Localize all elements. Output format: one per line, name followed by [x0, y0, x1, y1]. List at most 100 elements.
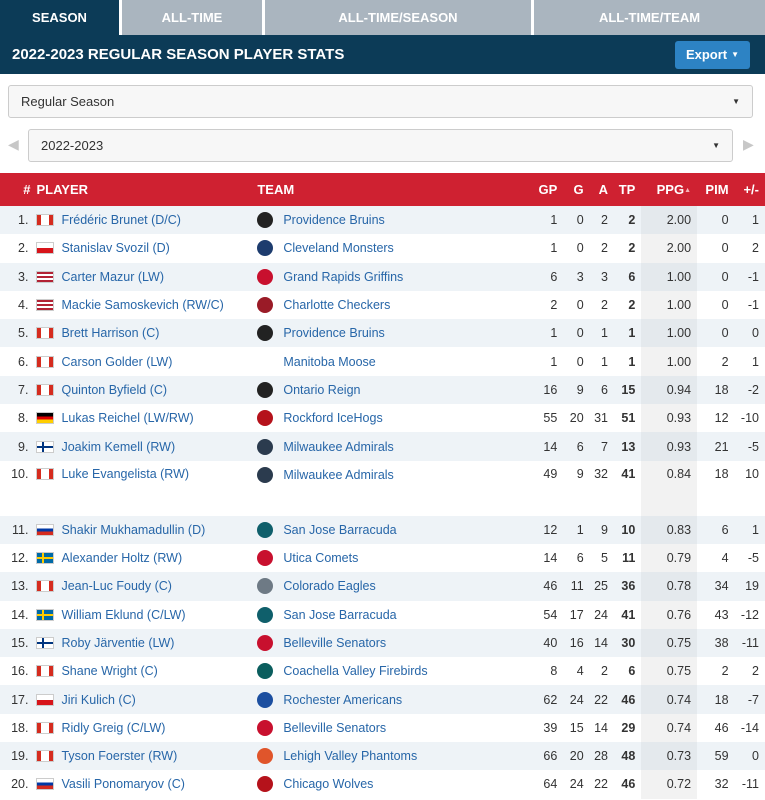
team-link[interactable]: Rochester Americans — [283, 693, 402, 707]
table-row[interactable]: 7. Quinton Byfield (C) Ontario Reign 16 9 6 15… — [0, 375, 765, 405]
table-row[interactable]: 18. Ridly Greig (C/LW) Belleville Senators… — [0, 713, 765, 743]
export-label: Export — [685, 47, 728, 62]
team-link[interactable]: Milwaukee Admirals — [283, 440, 393, 454]
player-link[interactable]: Luke Evangelista (RW) — [61, 467, 189, 481]
col-ppg[interactable]: PPG▲ — [641, 173, 697, 206]
a-cell: 7 — [601, 439, 608, 454]
tab-all-time-team[interactable]: ALL-TIME/TEAM — [534, 0, 765, 35]
player-link[interactable]: Vasili Ponomaryov (C) — [61, 777, 184, 791]
team-link[interactable]: San Jose Barracuda — [283, 523, 396, 537]
team-link[interactable]: Providence Bruins — [283, 326, 384, 340]
player-link[interactable]: Tyson Foerster (RW) — [61, 749, 177, 763]
table-row[interactable]: 16. Shane Wright (C) Coachella Valley Fire… — [0, 657, 765, 686]
rank-cell: 6. — [18, 354, 29, 369]
table-row[interactable]: 17. Jiri Kulich (C) Rochester Americans 62 2… — [0, 685, 765, 714]
col-rank[interactable]: # — [0, 173, 36, 206]
player-link[interactable]: Mackie Samoskevich (RW/C) — [61, 298, 223, 312]
table-row[interactable]: 15. Roby Järventie (LW) Belleville Senator… — [0, 628, 765, 658]
prev-season-arrow-icon[interactable]: ◀ — [8, 136, 19, 153]
team-link[interactable]: San Jose Barracuda — [283, 608, 396, 622]
team-link[interactable]: Rockford IceHogs — [283, 411, 382, 425]
a-cell: 2 — [601, 241, 608, 256]
table-row[interactable]: 4. Mackie Samoskevich (RW/C) Charlotte Che… — [0, 290, 765, 320]
player-link[interactable]: Shane Wright (C) — [61, 664, 157, 678]
col-gp[interactable]: GP — [533, 173, 563, 206]
pim-cell: 32 — [714, 777, 729, 792]
team-link[interactable]: Milwaukee Admirals — [283, 468, 393, 482]
gp-cell: 12 — [543, 522, 558, 537]
player-link[interactable]: Ridly Greig (C/LW) — [61, 721, 165, 735]
table-row[interactable]: 19. Tyson Foerster (RW) Lehigh Valley Phan… — [0, 742, 765, 771]
pim-cell: 2 — [721, 664, 729, 679]
table-row[interactable]: 12. Alexander Holtz (RW) Utica Comets 14 6 5 1… — [0, 543, 765, 573]
team-link[interactable]: Lehigh Valley Phantoms — [283, 749, 417, 763]
team-link[interactable]: Chicago Wolves — [283, 777, 373, 791]
team-link[interactable]: Manitoba Moose — [283, 355, 375, 369]
col-player[interactable]: PLAYER — [36, 173, 257, 206]
pim-cell: 43 — [714, 607, 729, 622]
season-select[interactable]: 2022-2023 ▼ — [28, 129, 733, 162]
team-link[interactable]: Coachella Valley Firebirds — [283, 664, 427, 678]
a-cell: 2 — [601, 664, 608, 679]
team-link[interactable]: Belleville Senators — [283, 721, 386, 735]
col-pim[interactable]: PIM — [697, 173, 734, 206]
col-a[interactable]: A — [590, 173, 614, 206]
player-link[interactable]: Brett Harrison (C) — [61, 326, 159, 340]
export-button[interactable]: Export ▼ — [675, 40, 750, 69]
player-link[interactable]: Roby Järventie (LW) — [61, 636, 174, 650]
col-plus-minus[interactable]: +/- — [735, 173, 765, 206]
col-tp[interactable]: TP — [614, 173, 641, 206]
table-row[interactable]: 2. Stanislav Svozil (D) Cleveland Monsters… — [0, 234, 765, 263]
g-cell: 0 — [576, 326, 584, 341]
table-row[interactable]: 13. Jean-Luc Foudy (C) Colorado Eagles 46 11… — [0, 572, 765, 601]
team-link[interactable]: Grand Rapids Griffins — [283, 270, 403, 284]
ppg-cell: 0.75 — [641, 657, 698, 686]
player-link[interactable]: Joakim Kemell (RW) — [61, 440, 175, 454]
col-g[interactable]: G — [563, 173, 589, 206]
gp-cell: 14 — [543, 551, 558, 566]
table-row[interactable]: 14. William Eklund (C/LW) San Jose Barracu… — [0, 600, 765, 629]
player-link[interactable]: Jean-Luc Foudy (C) — [61, 579, 171, 593]
table-row[interactable]: 9. Joakim Kemell (RW) Milwaukee Admirals 14… — [0, 432, 765, 461]
team-cell: Belleville Senators — [257, 629, 533, 657]
player-link[interactable]: Quinton Byfield (C) — [61, 383, 167, 397]
team-link[interactable]: Charlotte Checkers — [283, 298, 390, 312]
team-link[interactable]: Belleville Senators — [283, 636, 386, 650]
gp-cell: 39 — [543, 720, 558, 735]
tab-all-time[interactable]: ALL-TIME — [122, 0, 262, 35]
player-link[interactable]: William Eklund (C/LW) — [61, 608, 185, 622]
table-row[interactable]: 6. Carson Golder (LW) Manitoba Moose 1 0 1 1 1.… — [0, 347, 765, 376]
team-link[interactable]: Colorado Eagles — [283, 579, 375, 593]
g-cell: 0 — [576, 213, 584, 228]
team-link[interactable]: Utica Comets — [283, 551, 358, 565]
player-link[interactable]: Carter Mazur (LW) — [61, 270, 164, 284]
table-row[interactable]: 1. Frédéric Brunet (D/C) Providence Bruins… — [0, 206, 765, 235]
a-cell: 1 — [601, 326, 608, 341]
team-link[interactable]: Ontario Reign — [283, 383, 360, 397]
team-link[interactable]: Cleveland Monsters — [283, 241, 393, 255]
table-row[interactable]: 10. Luke Evangelista (RW) Milwaukee Admira… — [0, 460, 765, 516]
player-link[interactable]: Alexander Holtz (RW) — [61, 551, 182, 565]
tab-all-time-season[interactable]: ALL-TIME/SEASON — [265, 0, 531, 35]
team-link[interactable]: Providence Bruins — [283, 213, 384, 227]
player-link[interactable]: Frédéric Brunet (D/C) — [61, 213, 180, 227]
table-row[interactable]: 11. Shakir Mukhamadullin (D) San Jose Barr… — [0, 515, 765, 544]
table-row[interactable]: 5. Brett Harrison (C) Providence Bruins 1 0 1… — [0, 319, 765, 348]
player-link[interactable]: Shakir Mukhamadullin (D) — [61, 523, 205, 537]
next-season-arrow-icon[interactable]: ▶ — [743, 136, 754, 153]
player-link[interactable]: Lukas Reichel (LW/RW) — [61, 411, 193, 425]
tab-season[interactable]: SEASON — [0, 0, 119, 35]
player-link[interactable]: Jiri Kulich (C) — [61, 693, 135, 707]
barracuda-logo-icon — [257, 521, 274, 538]
season-type-select[interactable]: Regular Season ▼ — [8, 85, 753, 118]
col-team[interactable]: TEAM — [257, 173, 533, 206]
table-row[interactable]: 8. Lukas Reichel (LW/RW) Rockford IceHogs 5… — [0, 404, 765, 433]
tp-cell: 10 — [621, 522, 636, 537]
stats-header: 2022-2023 REGULAR SEASON PLAYER STATS Ex… — [0, 35, 765, 74]
player-link[interactable]: Carson Golder (LW) — [61, 355, 172, 369]
table-row[interactable]: 3. Carter Mazur (LW) Grand Rapids Griffins… — [0, 262, 765, 291]
table-row[interactable]: 20. Vasili Ponomaryov (C) Chicago Wolves 64… — [0, 770, 765, 799]
ppg-cell: 2.00 — [641, 206, 698, 235]
player-cell: Roby Järventie (LW) — [36, 629, 257, 657]
player-link[interactable]: Stanislav Svozil (D) — [61, 241, 169, 255]
